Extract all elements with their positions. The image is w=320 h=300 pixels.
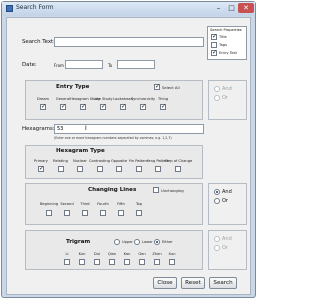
search-in-option-label: Title xyxy=(219,35,227,39)
maximize-button[interactable]: □ xyxy=(225,3,238,13)
date-from-label: From xyxy=(54,63,64,68)
changing-line-checkbox[interactable] xyxy=(82,210,88,216)
entry-type-and-or: And Or xyxy=(208,80,247,120)
reset-button[interactable]: Reset xyxy=(181,277,205,289)
select-all-check: ✓ xyxy=(155,83,161,90)
search-in-option-label: Entry Text xyxy=(219,51,237,55)
trigram-option-label: Lower xyxy=(142,240,153,244)
date-from-input[interactable] xyxy=(65,60,103,69)
hexagrams-input[interactable]: 53 I xyxy=(54,124,204,134)
trigram-either-radio[interactable] xyxy=(154,239,160,245)
date-to-input[interactable] xyxy=(117,60,155,69)
trigram-label: Xun xyxy=(168,252,176,256)
entry-type-title: Entry Type xyxy=(56,84,90,90)
entry-type-checkbox[interactable]: ✓ xyxy=(160,104,166,110)
changing-line-checkbox[interactable] xyxy=(46,210,52,216)
trigram-or-label: Or xyxy=(222,245,228,251)
hexagram-type-checkbox[interactable] xyxy=(57,166,64,172)
trigram-checkbox[interactable] xyxy=(109,259,115,265)
trigram-and-radio[interactable] xyxy=(214,236,220,242)
window-title: Search Form xyxy=(16,4,54,11)
trigram-group: Trigram Upper Lower Either Li Kun Dui Qian Kan… xyxy=(25,230,203,270)
entry-and-radio[interactable] xyxy=(214,86,220,92)
trigram-lower-radio[interactable] xyxy=(134,239,140,245)
changing-line-checkbox[interactable] xyxy=(136,210,142,216)
entry-type-checkbox[interactable]: ✓ xyxy=(120,104,126,110)
entry-type-checkbox[interactable]: ✓ xyxy=(60,104,66,110)
trigram-checkbox[interactable] xyxy=(169,259,175,265)
hexagrams-hint: (Enter one or more hexagram numbers sepa… xyxy=(54,136,172,140)
lines-and-radio[interactable] xyxy=(214,189,220,195)
trigram-option-label: Upper xyxy=(122,240,133,244)
search-in-option-label: Tags xyxy=(219,43,227,47)
search-form-window: Search Form – □ ✕ Search Text: Search Pr… xyxy=(1,1,256,298)
hexagram-type-checkbox[interactable] xyxy=(155,166,161,172)
unchanging-label: Unchanging xyxy=(161,188,184,193)
title-bar[interactable]: Search Form – □ ✕ xyxy=(2,2,255,16)
trigram-checkbox[interactable] xyxy=(139,259,145,265)
changing-line-checkbox[interactable] xyxy=(64,210,70,216)
unchanging-checkbox[interactable] xyxy=(153,187,159,193)
trigram-checkbox[interactable] xyxy=(64,259,70,265)
changing-lines-and-or: And Or xyxy=(208,183,247,225)
trigram-checkbox[interactable] xyxy=(94,259,100,265)
text-cursor-icon: I xyxy=(85,125,87,132)
trigram-or-radio[interactable] xyxy=(214,245,220,251)
search-in-title-checkbox[interactable]: ✓ xyxy=(211,34,217,40)
entry-type-label: Thing xyxy=(157,97,169,101)
lines-or-radio[interactable] xyxy=(214,198,220,204)
app-icon xyxy=(6,5,13,12)
changing-line-label: Top xyxy=(135,202,143,206)
form-body: Search Text: Search Properties ✓ Title Tag… xyxy=(6,17,251,295)
search-button[interactable]: Search xyxy=(209,277,237,289)
hexagrams-label: Hexagrams: xyxy=(22,126,55,132)
search-text-input[interactable] xyxy=(54,37,204,47)
entry-type-checkbox[interactable]: ✓ xyxy=(100,104,106,110)
trigram-checkbox[interactable] xyxy=(79,259,85,265)
search-properties-title: Search Properties xyxy=(210,28,242,32)
entry-type-checkbox[interactable]: ✓ xyxy=(80,104,86,110)
search-in-entry-text-checkbox[interactable]: ✓ xyxy=(211,50,217,56)
hexagram-type-group: Hexagram Type Primary ✓ Relating Nuclear Con… xyxy=(25,145,203,179)
trigram-title: Trigram xyxy=(66,239,91,245)
hexagram-type-checkbox[interactable] xyxy=(135,166,142,172)
minimize-button[interactable]: – xyxy=(212,3,225,13)
entry-type-checkbox[interactable]: ✓ xyxy=(40,104,46,110)
trigram-checkbox[interactable] xyxy=(124,259,130,265)
entry-or-label: Or xyxy=(222,95,228,101)
hexagram-type-checkbox[interactable] xyxy=(116,166,122,172)
date-to-label: To xyxy=(108,63,113,68)
date-label: Date: xyxy=(22,62,37,68)
entry-or-radio[interactable] xyxy=(214,95,220,101)
changing-lines-group: Changing Lines Unchanging Beginning Secon… xyxy=(25,183,203,225)
trigram-and-or: And Or xyxy=(208,230,247,270)
search-in-tags-checkbox[interactable] xyxy=(211,42,217,48)
hexagram-type-checkbox[interactable] xyxy=(77,166,83,172)
hexagram-type-checkbox[interactable] xyxy=(96,166,103,172)
select-all-checkbox[interactable]: ✓ xyxy=(154,84,160,90)
changing-lines-title: Changing Lines xyxy=(88,187,137,193)
lines-and-label: And xyxy=(222,189,232,195)
entry-and-label: And xyxy=(222,86,232,92)
search-properties-panel: Search Properties ✓ Title Tags ✓ Entry Text xyxy=(207,26,247,60)
entry-type-group: Entry Type ✓ Select All Dream ✓ General ✓ He… xyxy=(25,80,203,120)
changing-line-checkbox[interactable] xyxy=(100,210,106,216)
entry-type-checkbox[interactable]: ✓ xyxy=(140,104,146,110)
close-button[interactable]: Close xyxy=(153,277,177,289)
search-text-label: Search Text: xyxy=(22,39,55,45)
lines-or-label: Or xyxy=(222,198,228,204)
close-window-button[interactable]: ✕ xyxy=(238,3,254,13)
trigram-checkbox[interactable] xyxy=(154,259,160,265)
hexagram-type-checkbox[interactable] xyxy=(174,166,181,172)
changing-line-checkbox[interactable] xyxy=(118,210,124,216)
trigram-upper-radio[interactable] xyxy=(114,239,120,245)
hexagram-type-label: Step of Change xyxy=(164,159,193,163)
hexagrams-value: 53 xyxy=(57,126,64,132)
hexagram-type-title: Hexagram Type xyxy=(56,148,105,154)
trigram-option-label: Either xyxy=(162,240,173,244)
hexagram-type-checkbox[interactable]: ✓ xyxy=(38,166,44,172)
trigram-and-label: And xyxy=(222,236,232,242)
select-all-label: Select All xyxy=(162,85,180,90)
